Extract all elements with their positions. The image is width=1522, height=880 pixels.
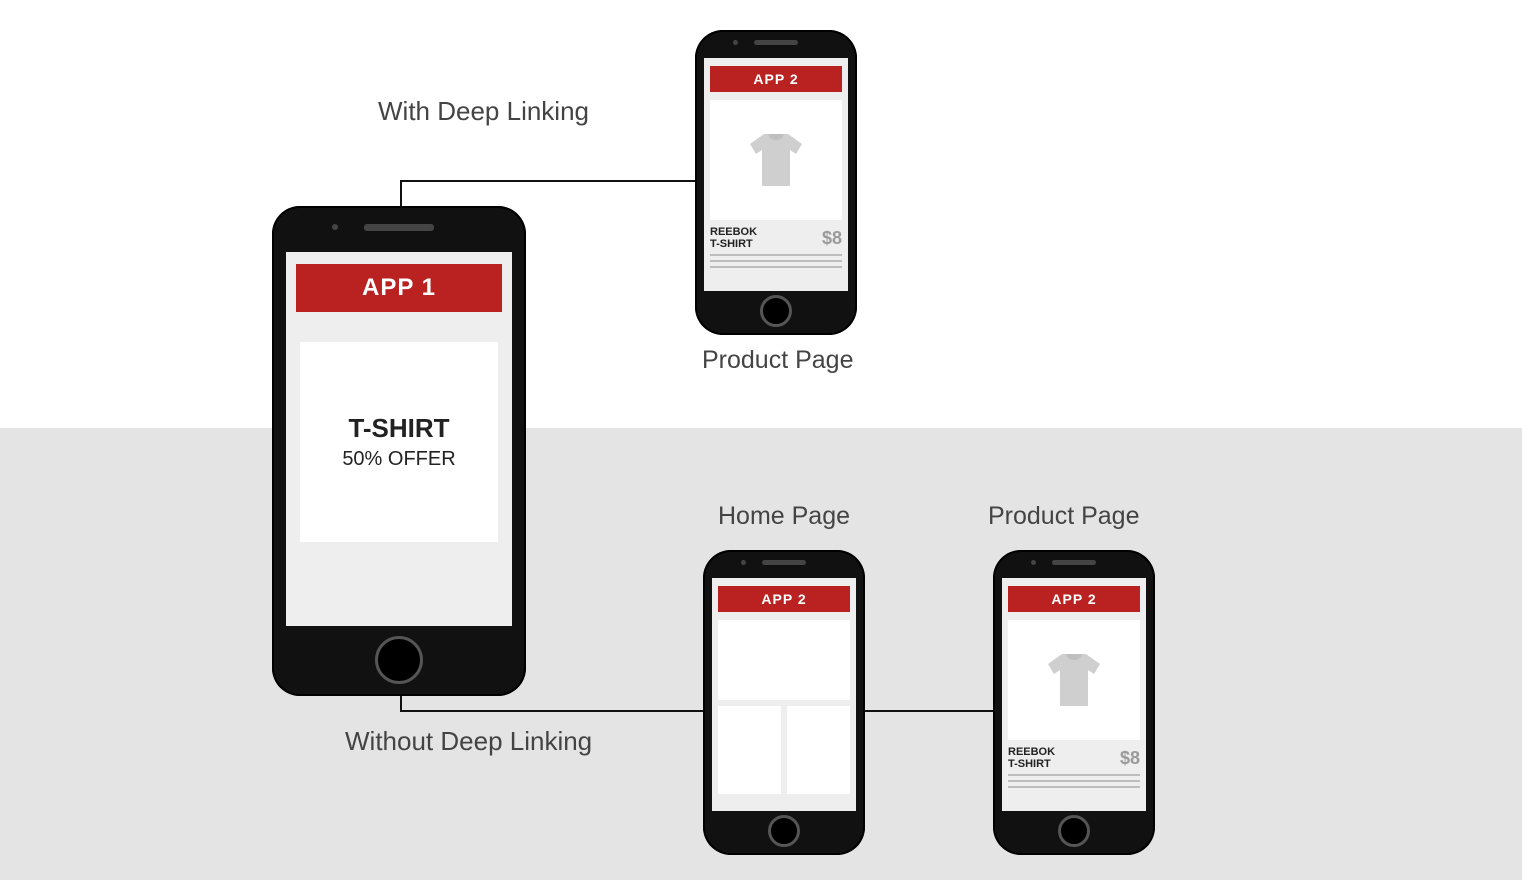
tshirt-icon — [744, 132, 808, 188]
phone-camera-dot — [741, 560, 746, 565]
home-button-icon — [1058, 815, 1090, 847]
phone-earpiece — [754, 40, 798, 45]
product-name: REEBOK T-SHIRT — [1008, 746, 1055, 770]
phone-no-deep-link-product: APP 2 REEBOK T-SHIRT $8 — [993, 550, 1155, 855]
phone-home-page: APP 2 — [703, 550, 865, 855]
label-with-deep-linking: With Deep Linking — [378, 96, 589, 127]
phone-screen: APP 1 T-SHIRT 50% OFFER — [286, 252, 512, 626]
home-grid-row — [718, 706, 850, 794]
app-header: APP 1 — [296, 264, 502, 312]
product-price: $8 — [822, 228, 842, 249]
description-lines — [710, 254, 842, 268]
caption-product-bottom: Product Page — [988, 502, 1140, 531]
phone-camera-dot — [332, 224, 338, 230]
diagram-stage: With Deep Linking Without Deep Linking P… — [0, 0, 1522, 880]
product-name: REEBOK T-SHIRT — [710, 226, 757, 250]
app-header: APP 2 — [1008, 586, 1140, 612]
phone-deep-link-product: APP 2 REEBOK T-SHIRT $8 — [695, 30, 857, 335]
product-price: $8 — [1120, 748, 1140, 769]
home-hero-box — [718, 620, 850, 700]
product-image-box — [1008, 620, 1140, 740]
phone-screen: APP 2 REEBOK T-SHIRT $8 — [1002, 578, 1146, 811]
home-grid-item — [718, 706, 781, 794]
phone-camera-dot — [733, 40, 738, 45]
product-meta: REEBOK T-SHIRT $8 — [1008, 746, 1140, 770]
phone-earpiece — [364, 224, 434, 231]
description-lines — [1008, 774, 1140, 788]
connector-line — [400, 710, 705, 712]
phone-earpiece — [1052, 560, 1096, 565]
caption-home: Home Page — [718, 502, 850, 531]
home-grid-item — [787, 706, 850, 794]
connector-line — [400, 180, 695, 182]
connector-line — [865, 710, 995, 712]
phone-camera-dot — [1031, 560, 1036, 565]
app-header: APP 2 — [710, 66, 842, 92]
promo-subtitle: 50% OFFER — [342, 448, 455, 471]
phone-source: APP 1 T-SHIRT 50% OFFER — [272, 206, 526, 696]
home-button-icon — [375, 636, 423, 684]
phone-screen: APP 2 REEBOK T-SHIRT $8 — [704, 58, 848, 291]
app-header: APP 2 — [718, 586, 850, 612]
phone-earpiece — [762, 560, 806, 565]
label-without-deep-linking: Without Deep Linking — [345, 726, 592, 757]
phone-screen: APP 2 — [712, 578, 856, 811]
home-button-icon — [768, 815, 800, 847]
caption-product-top: Product Page — [702, 346, 854, 375]
product-meta: REEBOK T-SHIRT $8 — [710, 226, 842, 250]
product-image-box — [710, 100, 842, 220]
promo-title: T-SHIRT — [348, 413, 449, 444]
home-button-icon — [760, 295, 792, 327]
tshirt-icon — [1042, 652, 1106, 708]
promo-card: T-SHIRT 50% OFFER — [300, 342, 498, 542]
